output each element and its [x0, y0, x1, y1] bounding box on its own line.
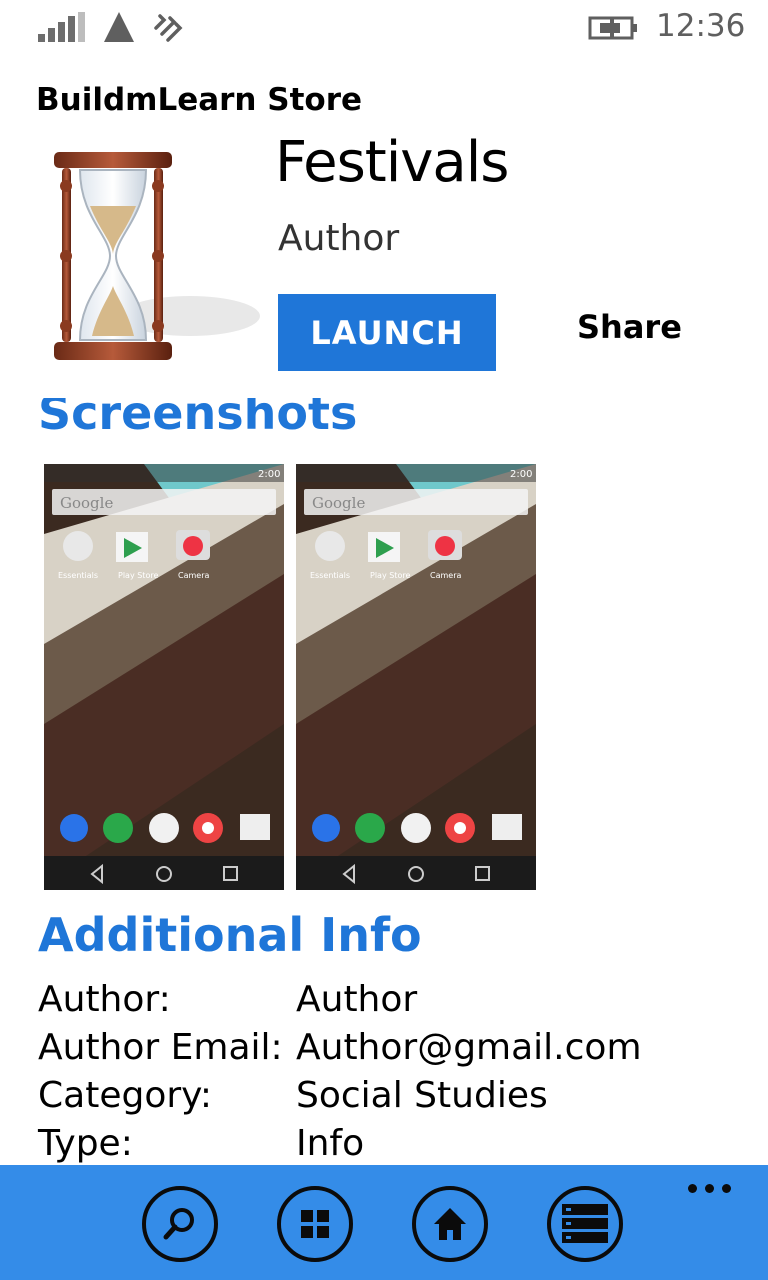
search-button[interactable] [142, 1186, 218, 1262]
app-label: Play Store [370, 571, 410, 580]
search-label: Google [60, 494, 113, 512]
additional-info-title: Additional Info [38, 908, 422, 962]
info-value: Author [296, 979, 418, 1020]
home-icon [434, 1208, 466, 1240]
share-button[interactable]: Share [577, 308, 682, 346]
info-value: Social Studies [296, 1075, 548, 1116]
launch-button[interactable]: LAUNCH [278, 294, 496, 371]
status-bar: 12:36 [0, 0, 768, 58]
info-row: Type: Info [38, 1120, 642, 1168]
info-label: Author Email: [38, 1027, 283, 1068]
info-label: Type: [38, 1123, 133, 1164]
store-title: BuildmLearn Store [36, 82, 363, 118]
search-icon [163, 1208, 194, 1240]
home-button[interactable] [412, 1186, 488, 1262]
clock: 12:36 [656, 8, 746, 44]
info-value: Info [296, 1123, 365, 1164]
app-label: Play Store [118, 571, 158, 580]
search-label: Google [312, 494, 365, 512]
screenshots-title: Screenshots [38, 398, 358, 440]
app-label: Camera [178, 571, 209, 580]
signal-icon [38, 12, 86, 42]
wifi-icon [154, 14, 183, 42]
info-row: Category: Social Studies [38, 1072, 642, 1120]
info-label: Author: [38, 979, 171, 1020]
info-value: Author@gmail.com [296, 1027, 642, 1068]
screenshots-title-clip: Screenshots [0, 398, 768, 440]
more-icon[interactable] [688, 1181, 732, 1193]
screenshot-time: 2:00 [258, 469, 280, 480]
triangle-icon [104, 12, 134, 42]
info-label: Category: [38, 1075, 212, 1116]
app-label: Camera [430, 571, 461, 580]
battery-icon [588, 16, 637, 40]
info-row: Author Email: Author@gmail.com [38, 1024, 642, 1072]
list-icon [562, 1204, 608, 1243]
categories-button[interactable] [277, 1186, 353, 1262]
hourglass-icon [54, 152, 260, 360]
app-author: Author [278, 218, 400, 259]
info-table: Author: Author Author Email: Author@gmai… [38, 976, 642, 1168]
app-bar [0, 1165, 768, 1280]
info-row: Author: Author [38, 976, 642, 1024]
screenshot-1[interactable]: Google 2:00 Essentials Play Store Camera [44, 464, 284, 890]
app-label: Essentials [58, 571, 98, 580]
list-button[interactable] [547, 1186, 623, 1262]
screenshot-time: 2:00 [510, 469, 532, 480]
app-name: Festivals [275, 130, 509, 195]
app-label: Essentials [310, 571, 350, 580]
screenshot-2[interactable]: Google 2:00 Essentials Play Store Camera [296, 464, 536, 890]
grid-icon [301, 1210, 329, 1238]
